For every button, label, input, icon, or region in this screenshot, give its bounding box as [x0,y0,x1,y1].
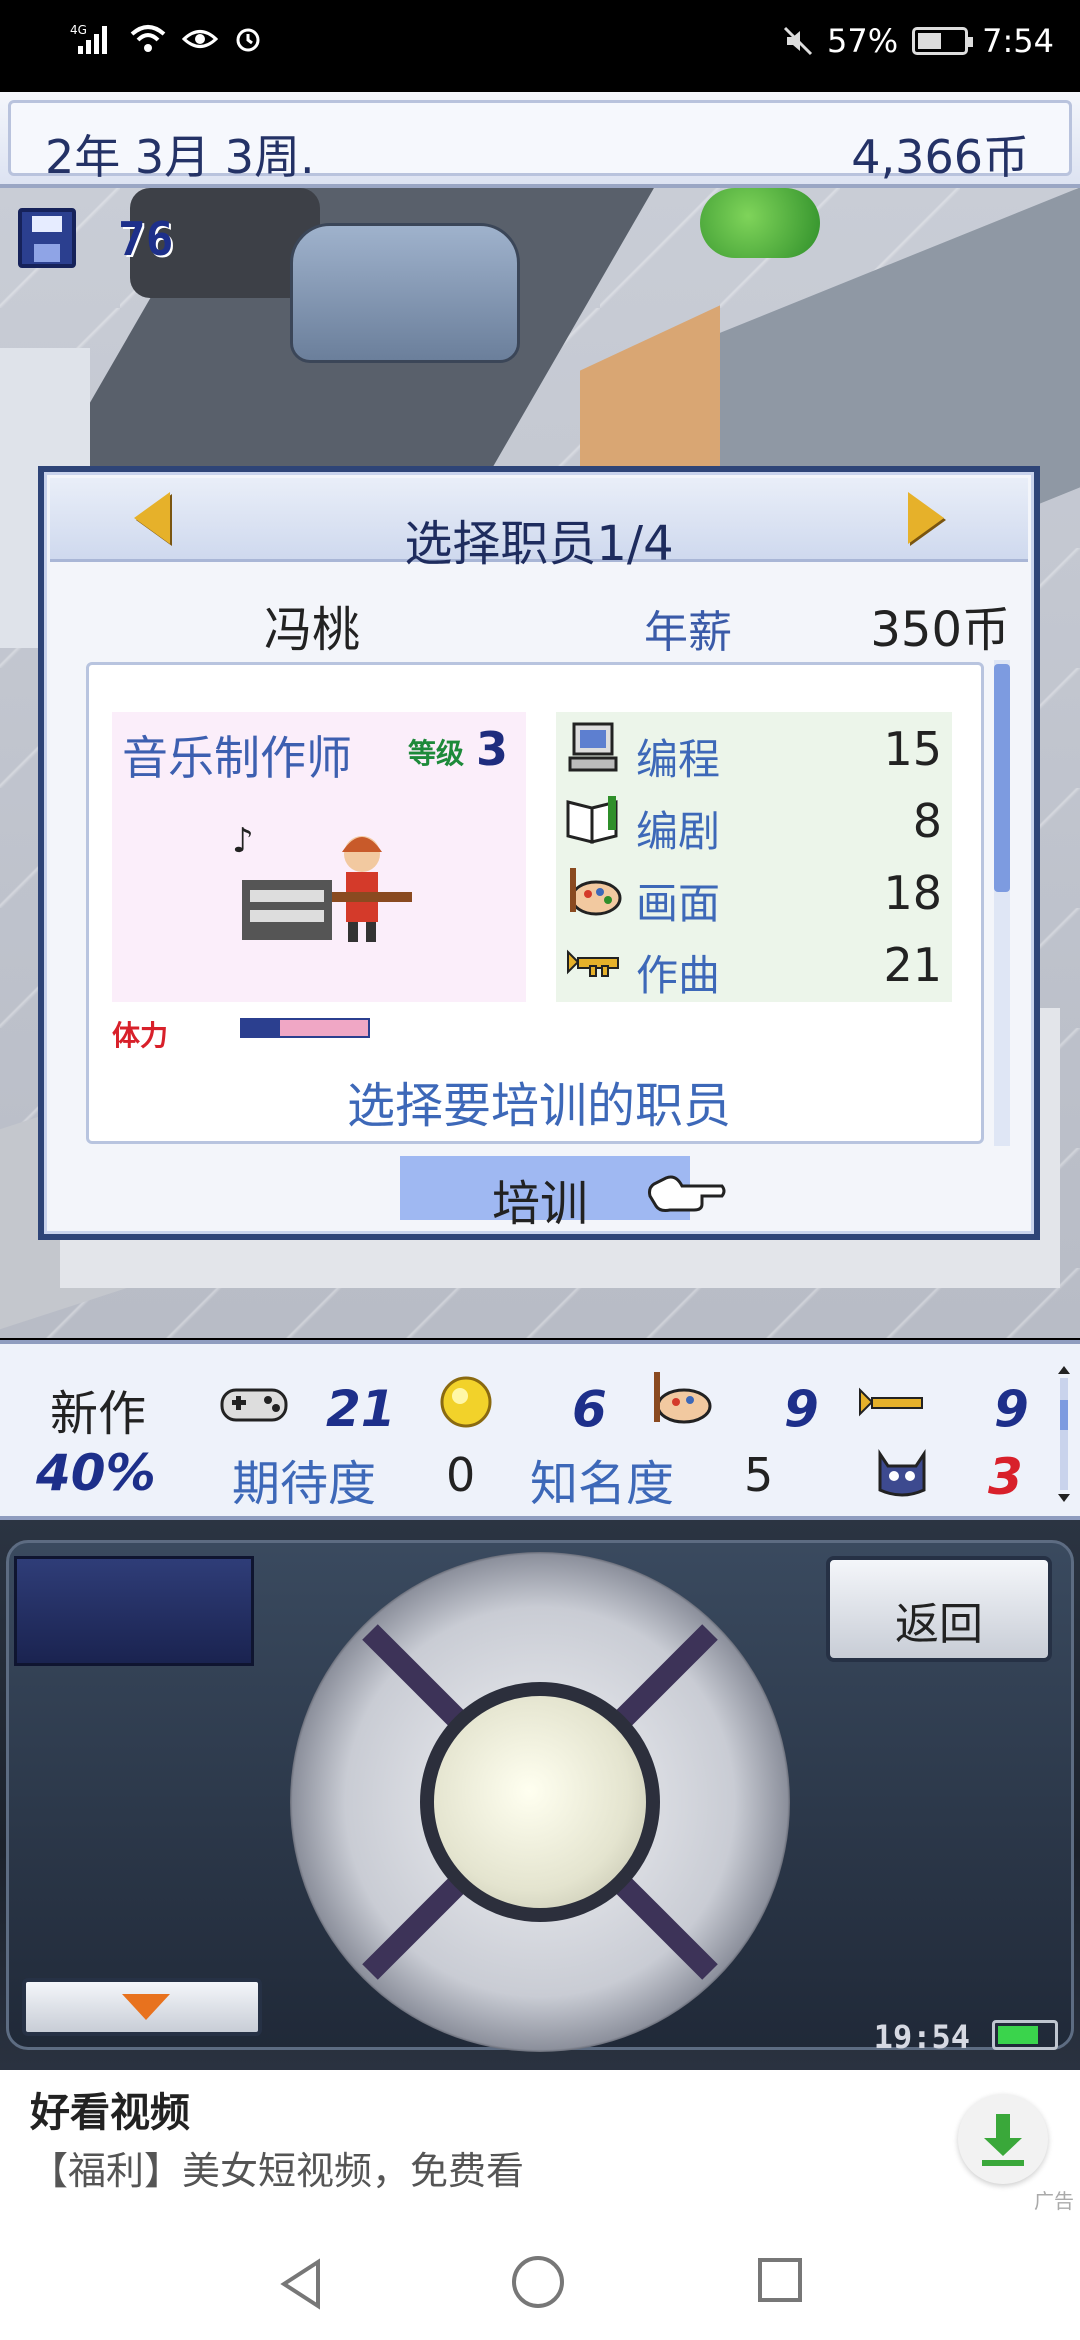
confirm-button[interactable] [420,1682,660,1922]
project-info-bar: 新作 40% 21 6 9 9 期待度 0 知名度 5 3 [0,1340,1080,1520]
stat-row-programming: 编程 15 [556,712,952,784]
stat-label: 作曲 [636,951,721,1000]
stat-row-music: 作曲 21 [556,928,952,1000]
trumpet-icon [859,1387,923,1417]
train-button-label: 培训 [492,1176,589,1232]
monster-icon [878,1449,926,1497]
controller-screen [14,1556,254,1666]
dialog-hint: 选择要培训的职员 [346,1078,731,1134]
hand-pointer-icon [648,1175,726,1212]
coin-icon [440,1376,492,1428]
tree [700,188,820,258]
menu-down-button[interactable] [22,1978,262,2036]
alarm-icon [236,28,260,52]
virtual-controller: 返回 19:54 [0,1520,1080,2070]
game-header-inner: 2年 3月 3周. 4,366币 [8,100,1072,184]
status-left: 4G [70,22,262,56]
book-icon [566,796,618,844]
gamepad-icon [220,1388,288,1422]
music-value: 9 [994,1380,1029,1438]
stat-row-graphics: 画面 18 [556,856,952,928]
coin-value: 6 [572,1380,607,1438]
employee-name: 冯桃 [264,602,361,658]
stamina-label: 体力 [112,1019,169,1052]
stat-label: 编剧 [636,807,721,856]
level-value: 3 [476,722,509,776]
fame-value: 5 [744,1448,774,1502]
stat-value: 15 [883,722,942,776]
salary-value: 350币 [870,602,1010,658]
info-scrollbar[interactable] [1056,1364,1072,1504]
music-note-icon: ♪ [232,821,254,861]
status-right: 57% 7:54 [783,22,1054,60]
status-time: 7:54 [982,22,1054,60]
stats-list: 编程 15 编剧 8 画面 18 作曲 21 [556,712,952,1002]
mute-icon [783,26,813,56]
bug-value: 3 [988,1448,1023,1506]
nav-back-icon[interactable] [276,2256,326,2312]
blue-car [290,223,520,363]
next-arrow-icon[interactable] [908,492,944,544]
stat-label: 编程 [636,735,721,784]
signal-icon: 4G [70,23,107,54]
nav-home-icon[interactable] [512,2256,564,2308]
wifi-icon [130,25,166,52]
expectation-value: 0 [446,1448,476,1502]
computer-icon [568,722,618,772]
game-clock: 19:54 [873,2018,970,2056]
trumpet-icon [567,949,619,977]
game-date: 2年 3月 3周. [45,130,315,184]
scroll-thumb[interactable] [994,664,1010,892]
download-button[interactable] [958,2094,1048,2184]
stamina-fill [242,1020,280,1036]
ad-banner[interactable]: 好看视频 【福利】美女短视频，免费看 广告 [0,2070,1080,2218]
stat-value: 21 [883,938,942,992]
dpad[interactable] [290,1552,790,2052]
nav-recent-icon[interactable] [758,2258,802,2302]
graphics-value: 9 [784,1380,819,1438]
save-count: 76 [118,212,174,266]
eye-icon [182,30,218,48]
dialog-header: 选择职员1/4 [50,478,1028,572]
battery-icon [912,27,974,55]
musician-sprite: ♪ [232,821,412,942]
ad-tag: 广告 [1034,2189,1074,2213]
back-button[interactable]: 返回 [826,1556,1052,1662]
gamepad-value: 21 [326,1380,396,1438]
back-button-label: 返回 [895,1599,983,1650]
download-icon [982,2114,1024,2166]
save-icon[interactable] [18,208,76,268]
palette-icon [654,1372,712,1424]
stat-row-scenario: 编剧 8 [556,784,952,856]
stamina-bar [240,1018,370,1038]
ad-title: 好看视频 [30,2090,190,2136]
svg-text:4G: 4G [70,23,87,37]
controller-battery-icon [992,2020,1058,2050]
level-label: 等级 [408,737,465,770]
money-display: 4,366币 [851,130,1029,184]
fame-label: 知名度 [530,1456,675,1512]
battery-percent: 57% [827,22,899,60]
ad-description: 【福利】美女短视频，免费看 [30,2149,525,2193]
stat-value: 18 [883,866,942,920]
dialog-title: 选择职员1/4 [404,516,674,572]
system-nav-bar [0,2218,1080,2340]
expectation-label: 期待度 [232,1456,377,1512]
status-bar: 4G 57% 7:54 [0,0,1080,92]
salary-label: 年薪 [644,607,732,658]
stat-value: 8 [912,794,942,848]
progress-percent: 40% [36,1444,156,1502]
select-staff-dialog: 选择职员1/4 冯桃 年薪 350币 音乐制作师 等级 3 ♪ 体力 编程 15… [38,466,1040,1240]
job-box: 音乐制作师 等级 3 ♪ [112,712,526,1002]
new-title-label: 新作 [50,1386,147,1442]
stat-label: 画面 [636,879,721,928]
palette-icon [570,868,622,916]
game-header: 2年 3月 3周. 4,366币 [0,92,1080,188]
battery-fill [918,33,941,49]
job-title: 音乐制作师 [122,731,352,785]
